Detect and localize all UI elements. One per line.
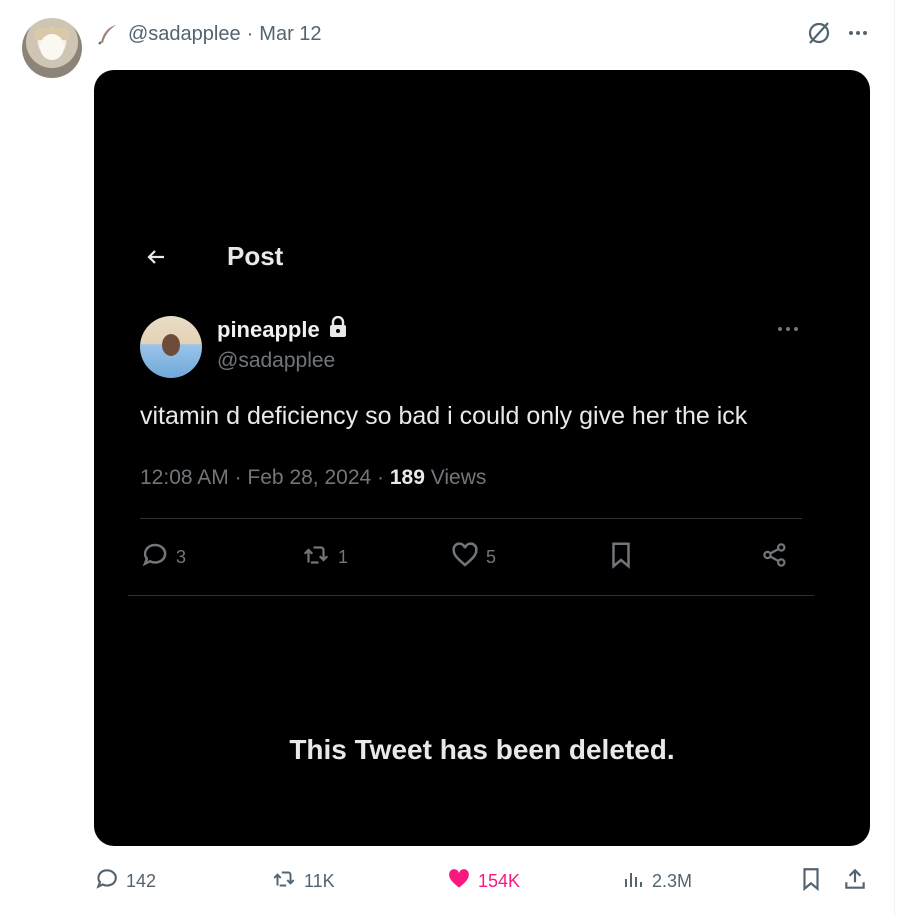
- media-more-icon: [776, 322, 800, 340]
- media-author-name-row: pineapple: [217, 315, 348, 344]
- media-meta-sep-2: ·: [377, 466, 385, 489]
- avatar[interactable]: [22, 18, 82, 78]
- bookmark-icon: [798, 866, 824, 897]
- post-image[interactable]: Post pineapple @sadapplee vitamin d defi…: [94, 70, 870, 846]
- share-button[interactable]: [842, 866, 868, 896]
- column-divider: [894, 0, 895, 916]
- media-views-label: Views: [430, 466, 487, 489]
- media-author-name: pineapple: [217, 317, 320, 342]
- media-post-text: vitamin d deficiency so bad i could only…: [140, 402, 748, 430]
- media-bookmark-icon: [606, 540, 636, 575]
- media-heart-icon: [450, 540, 480, 575]
- heart-filled-icon: [446, 866, 472, 897]
- back-arrow-icon: [144, 245, 168, 269]
- media-nav-title: Post: [227, 241, 284, 271]
- media-divider-bottom: [128, 595, 814, 596]
- media-divider-top: [140, 518, 802, 519]
- media-views-count: 189: [389, 466, 425, 489]
- reply-count: 142: [126, 870, 157, 891]
- views-count: 2.3M: [652, 870, 693, 891]
- media-like: 5: [450, 540, 496, 575]
- media-author-handle: @sadapplee: [217, 349, 336, 372]
- analytics-icon: [622, 866, 646, 897]
- repost-icon: [270, 866, 298, 897]
- reply-icon: [94, 866, 120, 897]
- like-count: 154K: [478, 870, 521, 891]
- post-header: @sadapplee · Mar 12: [96, 20, 322, 48]
- media-action-bar: 3 1 5: [140, 540, 800, 576]
- media-avatar-head: [162, 334, 180, 356]
- media-share: [760, 540, 790, 575]
- media-meta-sep-1: ·: [234, 466, 242, 489]
- header-date[interactable]: Mar 12: [259, 23, 321, 46]
- reply-button[interactable]: 142: [94, 866, 156, 896]
- top-right-controls: [806, 20, 870, 46]
- share-icon: [842, 866, 868, 897]
- media-reply-count: 3: [176, 547, 187, 567]
- bookmark-button[interactable]: [798, 866, 824, 896]
- media-author-avatar: [140, 316, 202, 378]
- media-share-icon: [760, 540, 790, 575]
- media-reply-icon: [140, 540, 170, 575]
- lock-icon: [328, 315, 348, 344]
- grok-icon[interactable]: [806, 20, 832, 46]
- media-like-count: 5: [486, 547, 497, 567]
- repost-button[interactable]: 11K: [270, 866, 335, 896]
- media-repost: 1: [300, 540, 348, 575]
- header-separator: ·: [246, 22, 254, 45]
- header-handle[interactable]: @sadapplee: [128, 23, 241, 46]
- deleted-notice: This Tweet has been deleted.: [289, 734, 675, 765]
- feather-emoji-icon: [96, 22, 120, 46]
- media-post-meta: 12:08 AM · Feb 28, 2024 · 189 Views: [140, 466, 486, 490]
- media-date: Feb 28, 2024: [247, 466, 372, 489]
- media-reply: 3: [140, 540, 186, 575]
- avatar-face: [40, 34, 64, 60]
- post-action-bar: 142 11K 154K 2.3M: [94, 866, 874, 896]
- repost-count: 11K: [304, 870, 335, 891]
- more-options-icon[interactable]: [846, 21, 870, 45]
- views-button[interactable]: 2.3M: [622, 866, 692, 896]
- media-time: 12:08 AM: [140, 466, 229, 489]
- media-repost-icon: [300, 540, 332, 575]
- media-repost-count: 1: [338, 547, 349, 567]
- media-bookmark: [606, 540, 636, 575]
- like-button[interactable]: 154K: [446, 866, 520, 896]
